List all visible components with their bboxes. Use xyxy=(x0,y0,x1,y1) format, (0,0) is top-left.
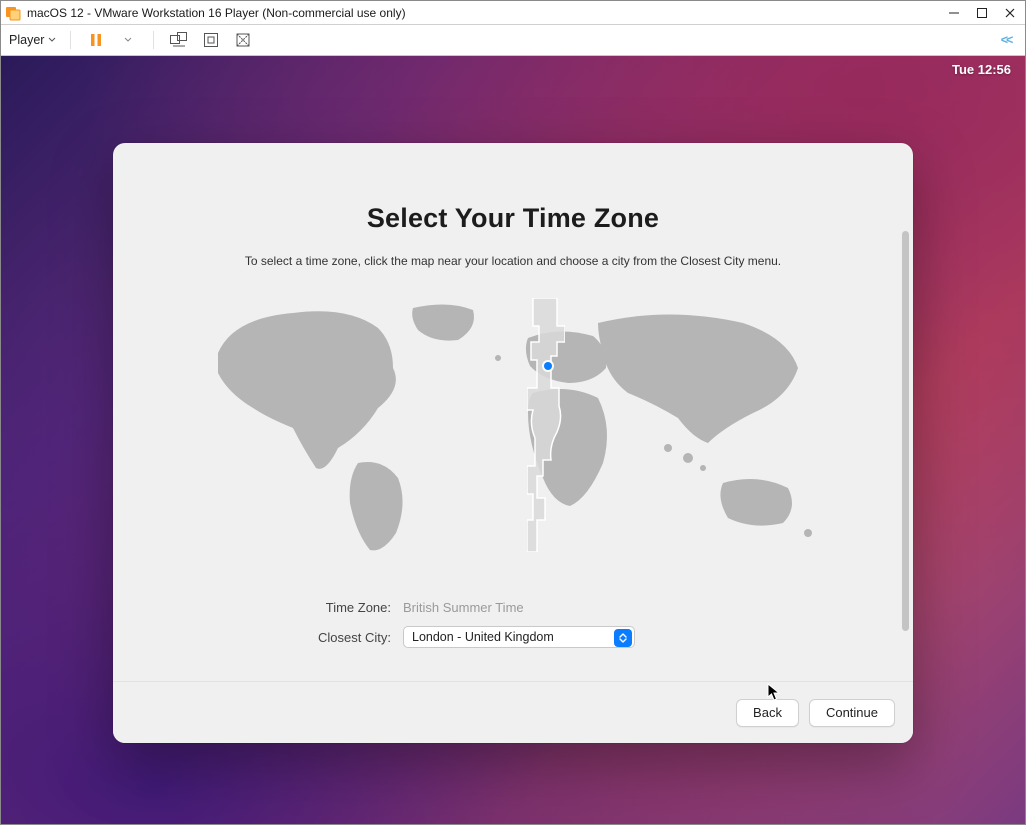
closest-city-select[interactable]: London - United Kingdom xyxy=(403,626,635,648)
vmware-icon xyxy=(5,5,21,21)
pause-button[interactable] xyxy=(85,29,107,51)
host-window-title: macOS 12 - VMware Workstation 16 Player … xyxy=(27,6,947,20)
setup-dialog: Select Your Time Zone To select a time z… xyxy=(113,143,913,743)
close-button[interactable] xyxy=(1003,6,1017,20)
world-map-graphic xyxy=(198,298,828,558)
dialog-footer: Back Continue xyxy=(113,681,913,743)
back-button[interactable]: Back xyxy=(736,699,799,727)
toolbar-separator xyxy=(153,31,154,49)
closest-city-value: London - United Kingdom xyxy=(412,630,554,644)
unity-button[interactable] xyxy=(232,29,254,51)
dialog-subtitle: To select a time zone, click the map nea… xyxy=(163,254,863,268)
continue-button[interactable]: Continue xyxy=(809,699,895,727)
fullscreen-button[interactable] xyxy=(200,29,222,51)
fast-forward-icon[interactable]: << xyxy=(995,29,1017,51)
player-menu[interactable]: Player xyxy=(9,33,56,47)
host-window: macOS 12 - VMware Workstation 16 Player … xyxy=(0,0,1026,825)
toolbar-separator xyxy=(70,31,71,49)
power-dropdown[interactable] xyxy=(117,29,139,51)
dialog-title: Select Your Time Zone xyxy=(163,203,863,234)
timezone-form: Time Zone: British Summer Time Closest C… xyxy=(243,592,783,652)
chevron-down-icon xyxy=(48,36,56,44)
minimize-button[interactable] xyxy=(947,6,961,20)
guest-desktop[interactable]: Tue 12:56 Select Your Time Zone To selec… xyxy=(1,56,1025,824)
panel-scrollbar[interactable] xyxy=(902,231,909,631)
location-pin xyxy=(544,362,552,370)
timezone-value: British Summer Time xyxy=(403,600,524,615)
timezone-highlight-band xyxy=(527,298,565,552)
select-chevrons-icon xyxy=(614,629,632,647)
host-titlebar[interactable]: macOS 12 - VMware Workstation 16 Player … xyxy=(1,1,1025,25)
maximize-button[interactable] xyxy=(975,6,989,20)
send-ctrl-alt-del-button[interactable] xyxy=(168,29,190,51)
menubar-clock: Tue 12:56 xyxy=(952,62,1011,77)
host-toolbar: Player << xyxy=(1,25,1025,56)
closest-city-label: Closest City: xyxy=(243,630,403,645)
player-menu-label: Player xyxy=(9,33,44,47)
timezone-map[interactable] xyxy=(198,298,828,558)
timezone-label: Time Zone: xyxy=(243,600,403,615)
